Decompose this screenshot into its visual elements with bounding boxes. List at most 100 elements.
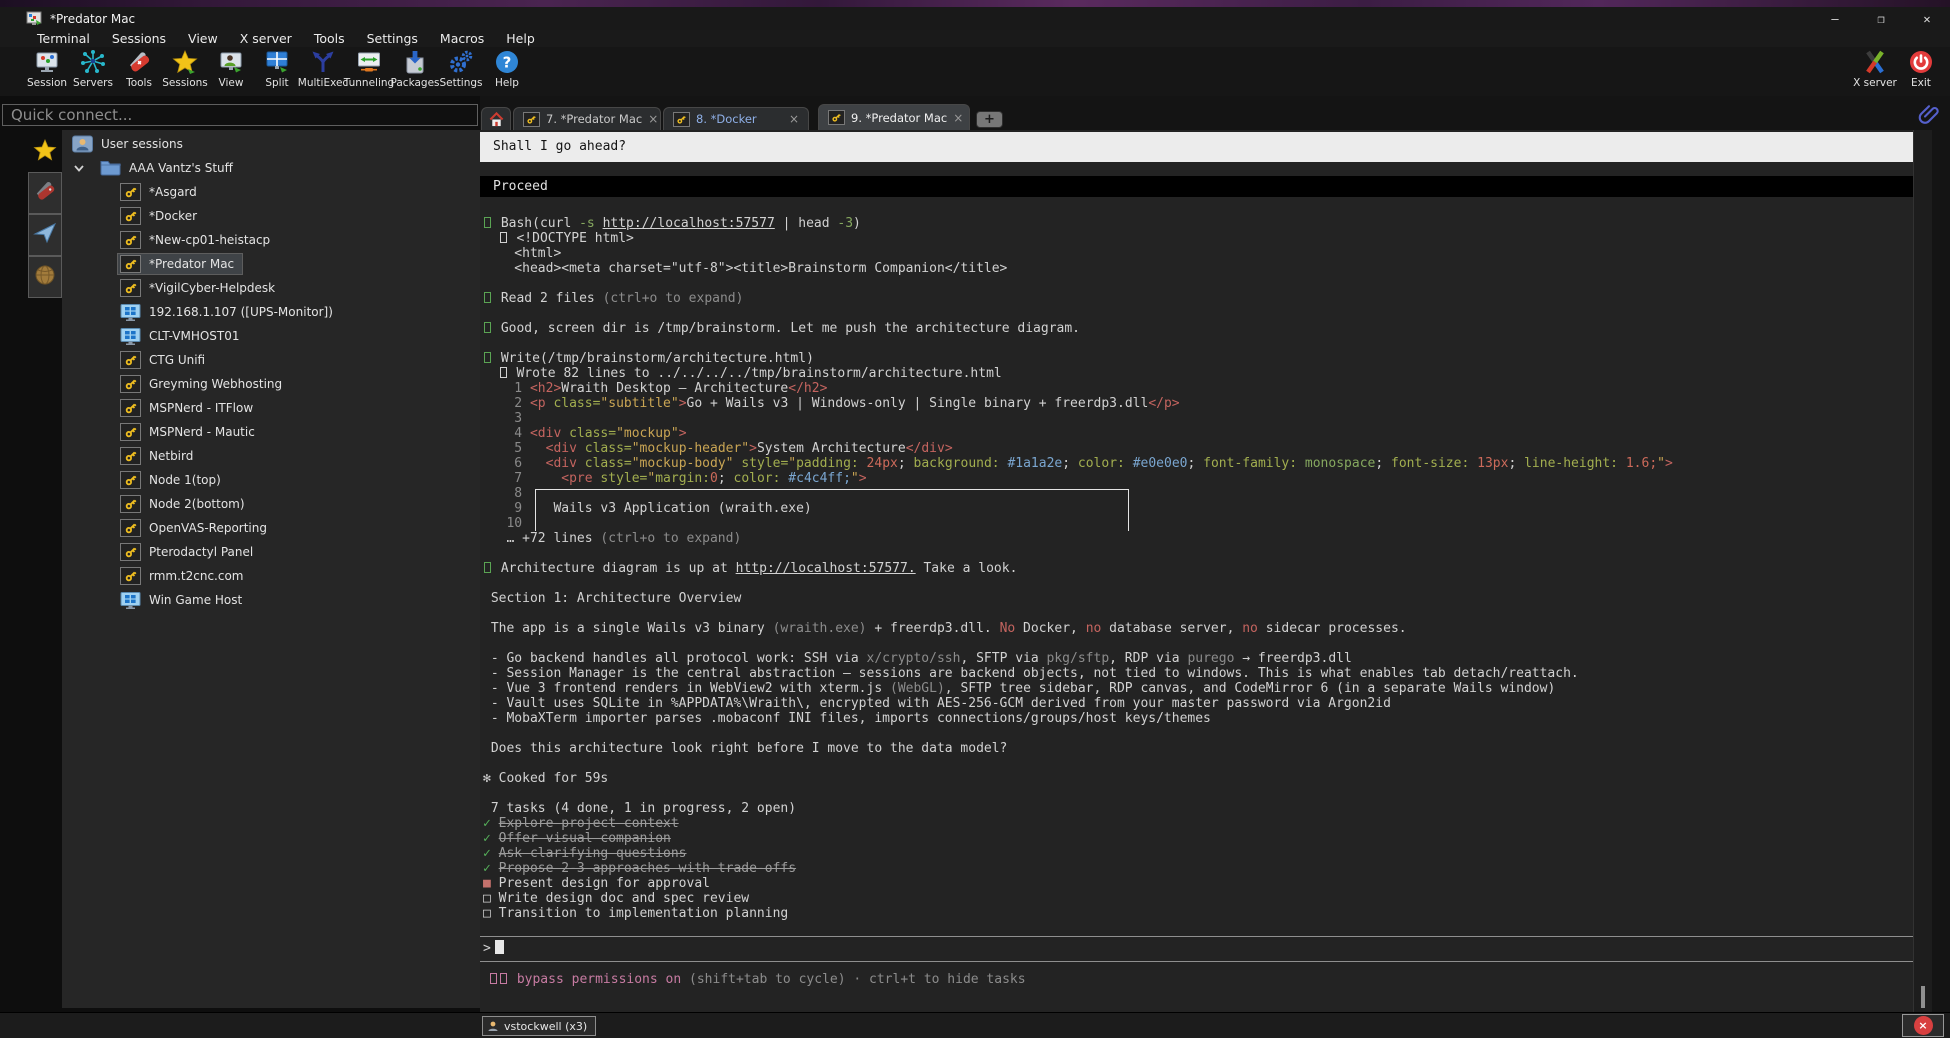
- sidebar-item-openvas-reporting[interactable]: OpenVAS-Reporting: [62, 516, 480, 540]
- chevron-down-icon[interactable]: [72, 161, 86, 175]
- terminal-output-line: 7 tasks (4 done, 1 in progress, 2 open): [483, 801, 1908, 816]
- connected-user-label: vstockwell (x3): [504, 1020, 587, 1033]
- quick-connect-input[interactable]: Quick connect...: [2, 104, 478, 126]
- terminal[interactable]: Shall I go ahead? Proceed Bash(curl -s h…: [480, 130, 1932, 1012]
- connected-user-chip[interactable]: vstockwell (x3): [482, 1016, 596, 1036]
- maximize-button[interactable]: ❐: [1858, 7, 1904, 30]
- toolbar-label: Sessions: [162, 77, 208, 89]
- sidebar-item-greyming-webhosting[interactable]: Greyming Webhosting: [62, 372, 480, 396]
- terminal-output-line: … +72 lines (ctrl+o to expand): [483, 531, 1908, 546]
- menu-sessions[interactable]: Sessions: [101, 31, 177, 46]
- desktop-background-strip: [0, 0, 1950, 7]
- tab-8-docker[interactable]: 8. *Docker ×: [663, 107, 809, 130]
- terminal-output-line: [483, 276, 1908, 291]
- toolbar-x-server-button[interactable]: X server: [1852, 47, 1898, 95]
- tab-close-icon[interactable]: ×: [789, 112, 799, 126]
- toolbar-exit-button[interactable]: Exit: [1898, 47, 1944, 95]
- sidebar-item-rmm-t2cnc-com[interactable]: rmm.t2cnc.com: [62, 564, 480, 588]
- terminal-output-line: [483, 726, 1908, 741]
- tunneling-icon: [356, 49, 382, 75]
- sidebar-item-netbird[interactable]: Netbird: [62, 444, 480, 468]
- sidebar-item-user-sessions[interactable]: User sessions: [62, 132, 480, 156]
- sidebar-item-ctg-unifi[interactable]: CTG Unifi: [62, 348, 480, 372]
- sidebar-item-clt-vmhost01[interactable]: CLT-VMHOST01: [62, 324, 480, 348]
- terminal-output-line: - Vue 3 frontend renders in WebView2 wit…: [483, 681, 1908, 696]
- toolbar-session-button[interactable]: Session: [24, 47, 70, 95]
- session-label: *VigilCyber-Helpdesk: [149, 281, 275, 295]
- session-label: Win Game Host: [149, 593, 242, 607]
- sidebar-item-docker[interactable]: *Docker: [62, 204, 480, 228]
- tab-label: 8. *Docker: [696, 112, 757, 126]
- key-icon: [120, 399, 141, 417]
- toolbar-packages-button[interactable]: Packages: [392, 47, 438, 95]
- rail-macros-view-button[interactable]: [28, 214, 62, 256]
- toolbar-label: Tunneling: [344, 77, 394, 89]
- menu-macros[interactable]: Macros: [429, 31, 495, 46]
- tab-9-predator-mac[interactable]: 9. *Predator Mac×: [818, 104, 970, 130]
- user-sessions-icon: [72, 135, 93, 154]
- view-icon: [218, 49, 244, 75]
- tab-close-icon[interactable]: ×: [648, 112, 658, 126]
- sidebar-item-node-1-top[interactable]: Node 1(top): [62, 468, 480, 492]
- sidebar-item-new-cp01-heistacp[interactable]: *New-cp01-heistacp: [62, 228, 480, 252]
- sidebar-item-mspnerd-itflow[interactable]: MSPNerd - ITFlow: [62, 396, 480, 420]
- proceed-option[interactable]: Proceed: [480, 176, 1913, 197]
- toolbar-tools-button[interactable]: Tools: [116, 47, 162, 95]
- toolbar-settings-button[interactable]: Settings: [438, 47, 484, 95]
- toolbar-split-button[interactable]: Split: [254, 47, 300, 95]
- toolbar-sessions-button[interactable]: Sessions: [162, 47, 208, 95]
- attachments-paperclip-icon[interactable]: [1918, 103, 1942, 127]
- sidebar-item-192-168-1-107-ups-monitor[interactable]: 192.168.1.107 ([UPS-Monitor]): [62, 300, 480, 324]
- status-close-button[interactable]: ×: [1902, 1014, 1944, 1037]
- menu-settings[interactable]: Settings: [356, 31, 429, 46]
- scrollbar-thumb[interactable]: [1921, 986, 1925, 1008]
- toolbar-tunneling-button[interactable]: Tunneling: [346, 47, 392, 95]
- key-icon: [120, 519, 141, 537]
- menu-x-server[interactable]: X server: [229, 31, 303, 46]
- tab-7-predator-mac[interactable]: 7. *Predator Mac×: [513, 107, 661, 130]
- minimize-button[interactable]: –: [1812, 7, 1858, 30]
- terminal-output-line: ✻ Cooked for 59s: [483, 771, 1908, 786]
- sidebar-item-win-game-host[interactable]: Win Game Host: [62, 588, 480, 612]
- sidebar-item-node-2-bottom[interactable]: Node 2(bottom): [62, 492, 480, 516]
- toolbar-multiexec-button[interactable]: MultiExec: [300, 47, 346, 95]
- toolbar-view-button[interactable]: View: [208, 47, 254, 95]
- rail-network-view-button[interactable]: [28, 256, 62, 298]
- menu-tools[interactable]: Tools: [303, 31, 356, 46]
- session-label: Pterodactyl Panel: [149, 545, 253, 559]
- terminal-output: Bash(curl -s http://localhost:57577 | he…: [483, 216, 1908, 921]
- split-icon: [264, 49, 290, 75]
- toolbar-label: Session: [27, 77, 67, 89]
- tab-close-icon[interactable]: ×: [953, 111, 963, 125]
- menu-view[interactable]: View: [177, 31, 229, 46]
- servers-icon: [80, 49, 106, 75]
- key-icon: [120, 255, 141, 273]
- star-icon: [33, 138, 57, 166]
- prompt-input-line[interactable]: >: [483, 940, 504, 956]
- key-icon: [120, 231, 141, 249]
- toolbar-servers-button[interactable]: Servers: [70, 47, 116, 95]
- key-icon: [120, 423, 141, 441]
- sidebar-item-predator-mac[interactable]: *Predator Mac: [62, 252, 480, 276]
- key-icon: [120, 207, 141, 225]
- rail-sessions-view-button[interactable]: [28, 132, 62, 172]
- toolbar-help-button[interactable]: ?Help: [484, 47, 530, 95]
- new-tab-button[interactable]: +: [976, 111, 1003, 128]
- session-label: Node 1(top): [149, 473, 221, 487]
- sidebar-item-aaa-vantz-s-stuff[interactable]: AAA Vantz's Stuff: [62, 156, 480, 180]
- menu-terminal[interactable]: Terminal: [26, 31, 101, 46]
- terminal-output-line: <!DOCTYPE html>: [483, 231, 1908, 246]
- close-button[interactable]: ✕: [1904, 7, 1950, 30]
- session-label: Greyming Webhosting: [149, 377, 282, 391]
- session-icon: [34, 49, 60, 75]
- sidebar-item-pterodactyl-panel[interactable]: Pterodactyl Panel: [62, 540, 480, 564]
- sidebar-item-vigilcyber-helpdesk[interactable]: *VigilCyber-Helpdesk: [62, 276, 480, 300]
- sessions-star-icon: [172, 49, 198, 75]
- terminal-output-line: 9 Wails v3 Application (wraith.exe): [483, 501, 1908, 516]
- tab-home[interactable]: [481, 107, 511, 130]
- menu-help[interactable]: Help: [495, 31, 546, 46]
- terminal-output-line: Section 1: Architecture Overview: [483, 591, 1908, 606]
- rail-tools-view-button[interactable]: [28, 172, 62, 214]
- sidebar-item-mspnerd-mautic[interactable]: MSPNerd - Mautic: [62, 420, 480, 444]
- sidebar-item-asgard[interactable]: *Asgard: [62, 180, 480, 204]
